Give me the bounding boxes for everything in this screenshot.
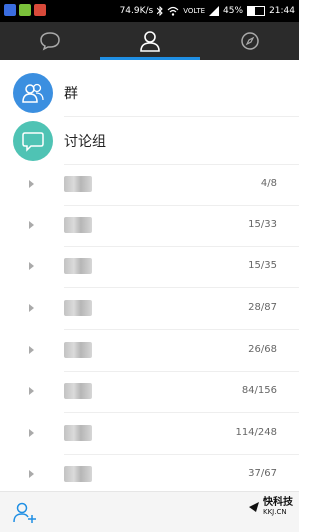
list-item-qun[interactable]: 群 [0,67,299,117]
group-name-redacted [64,217,92,233]
group-count: 37/67 [248,468,277,479]
bluetooth-icon [157,6,163,16]
group-row[interactable]: 84/156 [0,371,299,413]
group-count: 28/87 [248,302,277,313]
watermark-subtext: KKJ.CN [263,508,287,516]
qun-avatar [13,73,53,113]
wifi-icon [167,6,179,16]
qun-label: 群 [64,86,78,102]
discussion-avatar [13,121,53,161]
group-count: 114/248 [235,427,277,438]
group-row[interactable]: 15/33 [0,205,299,247]
group-row[interactable]: 28/87 [0,288,299,330]
tab-discover[interactable] [200,22,299,60]
expand-arrow-icon [29,470,34,478]
add-contact-icon [13,502,36,523]
expand-arrow-icon [29,304,34,312]
discussion-bubble-icon [22,132,44,152]
watermark-text: 快科技 [263,497,293,508]
group-row[interactable]: 114/248 [0,413,299,455]
group-row[interactable]: 26/68 [0,330,299,372]
app-notification-icon [4,4,16,16]
expand-arrow-icon [29,346,34,354]
group-count: 84/156 [241,385,277,396]
signal-icon [209,6,220,16]
group-row[interactable]: 37/67 [0,454,299,496]
group-count: 26/68 [248,344,277,355]
group-name-redacted [64,342,92,358]
expand-arrow-icon [29,262,34,270]
expand-arrow-icon [29,221,34,229]
battery-percent: 45% [223,6,244,16]
expand-arrow-icon [29,429,34,437]
tab-contacts[interactable] [100,22,199,60]
app-notification-icon [34,4,46,16]
group-name-redacted [64,383,92,399]
status-indicators: 74.9K/s VOLTE 45% 21:44 [120,4,295,18]
group-count: 15/35 [248,260,277,271]
group-count: 4/8 [260,178,277,189]
contacts-list: 群 讨论组 4/8 15/33 15/35 28/87 26/68 84/156… [0,60,299,491]
app-notification-icon [19,4,31,16]
tab-messages[interactable] [0,22,99,60]
group-people-icon [22,83,44,103]
group-name-redacted [64,300,92,316]
person-icon [139,31,160,52]
group-name-redacted [64,466,92,482]
battery-icon [247,6,266,16]
group-row[interactable]: 15/35 [0,246,299,288]
notification-icons [4,4,46,16]
group-name-redacted [64,425,92,441]
compass-icon [240,32,259,50]
add-contact-button[interactable] [13,500,37,524]
group-row[interactable]: 4/8 [0,164,299,206]
watermark-logo-icon [249,502,259,512]
group-count: 15/33 [248,219,277,230]
group-name-redacted [64,258,92,274]
status-bar: 74.9K/s VOLTE 45% 21:44 [0,0,299,22]
expand-arrow-icon [29,180,34,188]
watermark: 快科技 KKJ.CN [247,498,293,516]
expand-arrow-icon [29,387,34,395]
list-item-discussion[interactable]: 讨论组 [0,115,299,165]
chat-bubble-icon [39,32,60,51]
tab-bar [0,22,299,60]
clock: 21:44 [269,6,295,16]
network-type: VOLTE [183,7,206,15]
bottom-bar: 快科技 KKJ.CN [0,491,299,532]
discussion-label: 讨论组 [64,134,106,150]
group-name-redacted [64,176,92,192]
network-speed: 74.9K/s [119,6,154,16]
